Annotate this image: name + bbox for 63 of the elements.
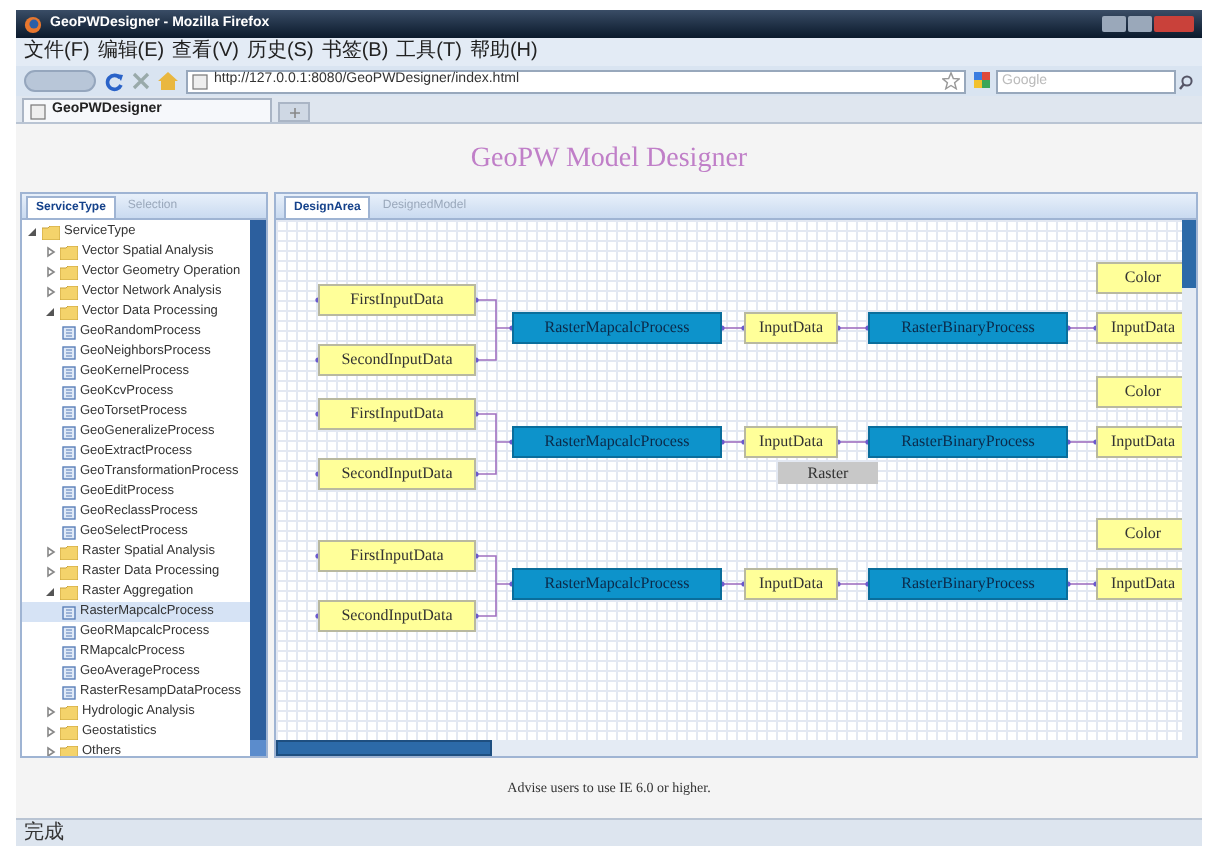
menu-item[interactable]: 编辑(E) bbox=[97, 40, 165, 64]
data-node[interactable]: InputData bbox=[744, 426, 838, 458]
expanded-arrow-icon[interactable] bbox=[44, 306, 56, 318]
data-node[interactable]: InputData bbox=[1096, 568, 1182, 600]
menu-item[interactable]: 历史(S) bbox=[246, 40, 314, 64]
new-tab-button[interactable] bbox=[278, 102, 310, 122]
data-node[interactable]: FirstInputData bbox=[318, 398, 476, 430]
process-icon bbox=[62, 625, 76, 639]
data-node[interactable]: SecondInputData bbox=[318, 600, 476, 632]
page-icon bbox=[30, 103, 46, 119]
process-icon bbox=[62, 365, 76, 379]
reload-icon[interactable] bbox=[104, 71, 124, 91]
process-icon bbox=[62, 505, 76, 519]
data-node[interactable]: InputData bbox=[744, 312, 838, 344]
horizontal-scrollbar[interactable] bbox=[276, 740, 1182, 756]
page-heading: GeoPW Model Designer bbox=[470, 141, 748, 177]
process-icon bbox=[62, 445, 76, 459]
data-node[interactable]: SecondInputData bbox=[318, 344, 476, 376]
search-icon[interactable] bbox=[1178, 73, 1194, 89]
tooltip: Raster bbox=[778, 462, 878, 484]
menu-item[interactable]: 文件(F) bbox=[24, 40, 90, 64]
stop-icon[interactable] bbox=[132, 72, 150, 90]
process-icon bbox=[62, 685, 76, 699]
process-icon bbox=[62, 405, 76, 419]
process-icon bbox=[62, 665, 76, 679]
expanded-arrow-icon[interactable] bbox=[44, 586, 56, 598]
menu-item[interactable]: 工具(T) bbox=[396, 40, 462, 64]
process-icon bbox=[62, 385, 76, 399]
plus-icon[interactable] bbox=[289, 107, 299, 117]
process-icon bbox=[62, 345, 76, 359]
expanded-arrow-icon[interactable] bbox=[26, 226, 38, 238]
data-node[interactable]: FirstInputData bbox=[318, 284, 476, 316]
data-node[interactable]: InputData bbox=[744, 568, 838, 600]
data-node[interactable]: Color bbox=[1096, 262, 1182, 294]
data-node[interactable]: Color bbox=[1096, 376, 1182, 408]
bookmark-star-icon[interactable] bbox=[942, 72, 960, 90]
back-forward-button[interactable] bbox=[24, 70, 96, 92]
menu-item[interactable]: 帮助(H) bbox=[469, 40, 538, 64]
data-node[interactable]: FirstInputData bbox=[318, 540, 476, 572]
process-icon bbox=[62, 645, 76, 659]
process-icon bbox=[62, 525, 76, 539]
google-icon[interactable] bbox=[974, 72, 994, 90]
process-icon bbox=[62, 465, 76, 479]
scrollbar[interactable] bbox=[250, 220, 266, 756]
process-node[interactable]: RasterBinaryProcess bbox=[868, 568, 1068, 600]
process-node[interactable]: RasterMapcalcProcess bbox=[512, 568, 722, 600]
menu-item[interactable]: 书签(B) bbox=[321, 40, 389, 64]
process-node[interactable]: RasterBinaryProcess bbox=[868, 312, 1068, 344]
status-text: 完成 bbox=[24, 821, 64, 845]
menu-item[interactable]: 查看(V) bbox=[172, 40, 239, 64]
page-icon bbox=[192, 73, 208, 89]
process-node[interactable]: RasterMapcalcProcess bbox=[512, 426, 722, 458]
process-node[interactable]: RasterBinaryProcess bbox=[868, 426, 1068, 458]
process-node[interactable]: RasterMapcalcProcess bbox=[512, 312, 722, 344]
data-node[interactable]: SecondInputData bbox=[318, 458, 476, 490]
process-icon bbox=[62, 325, 76, 339]
data-node[interactable]: Color bbox=[1096, 518, 1182, 550]
data-node[interactable]: InputData bbox=[1096, 312, 1182, 344]
process-icon bbox=[62, 485, 76, 499]
data-node[interactable]: InputData bbox=[1096, 426, 1182, 458]
process-icon bbox=[62, 605, 76, 619]
process-icon bbox=[62, 425, 76, 439]
vertical-scrollbar[interactable] bbox=[1182, 220, 1196, 756]
